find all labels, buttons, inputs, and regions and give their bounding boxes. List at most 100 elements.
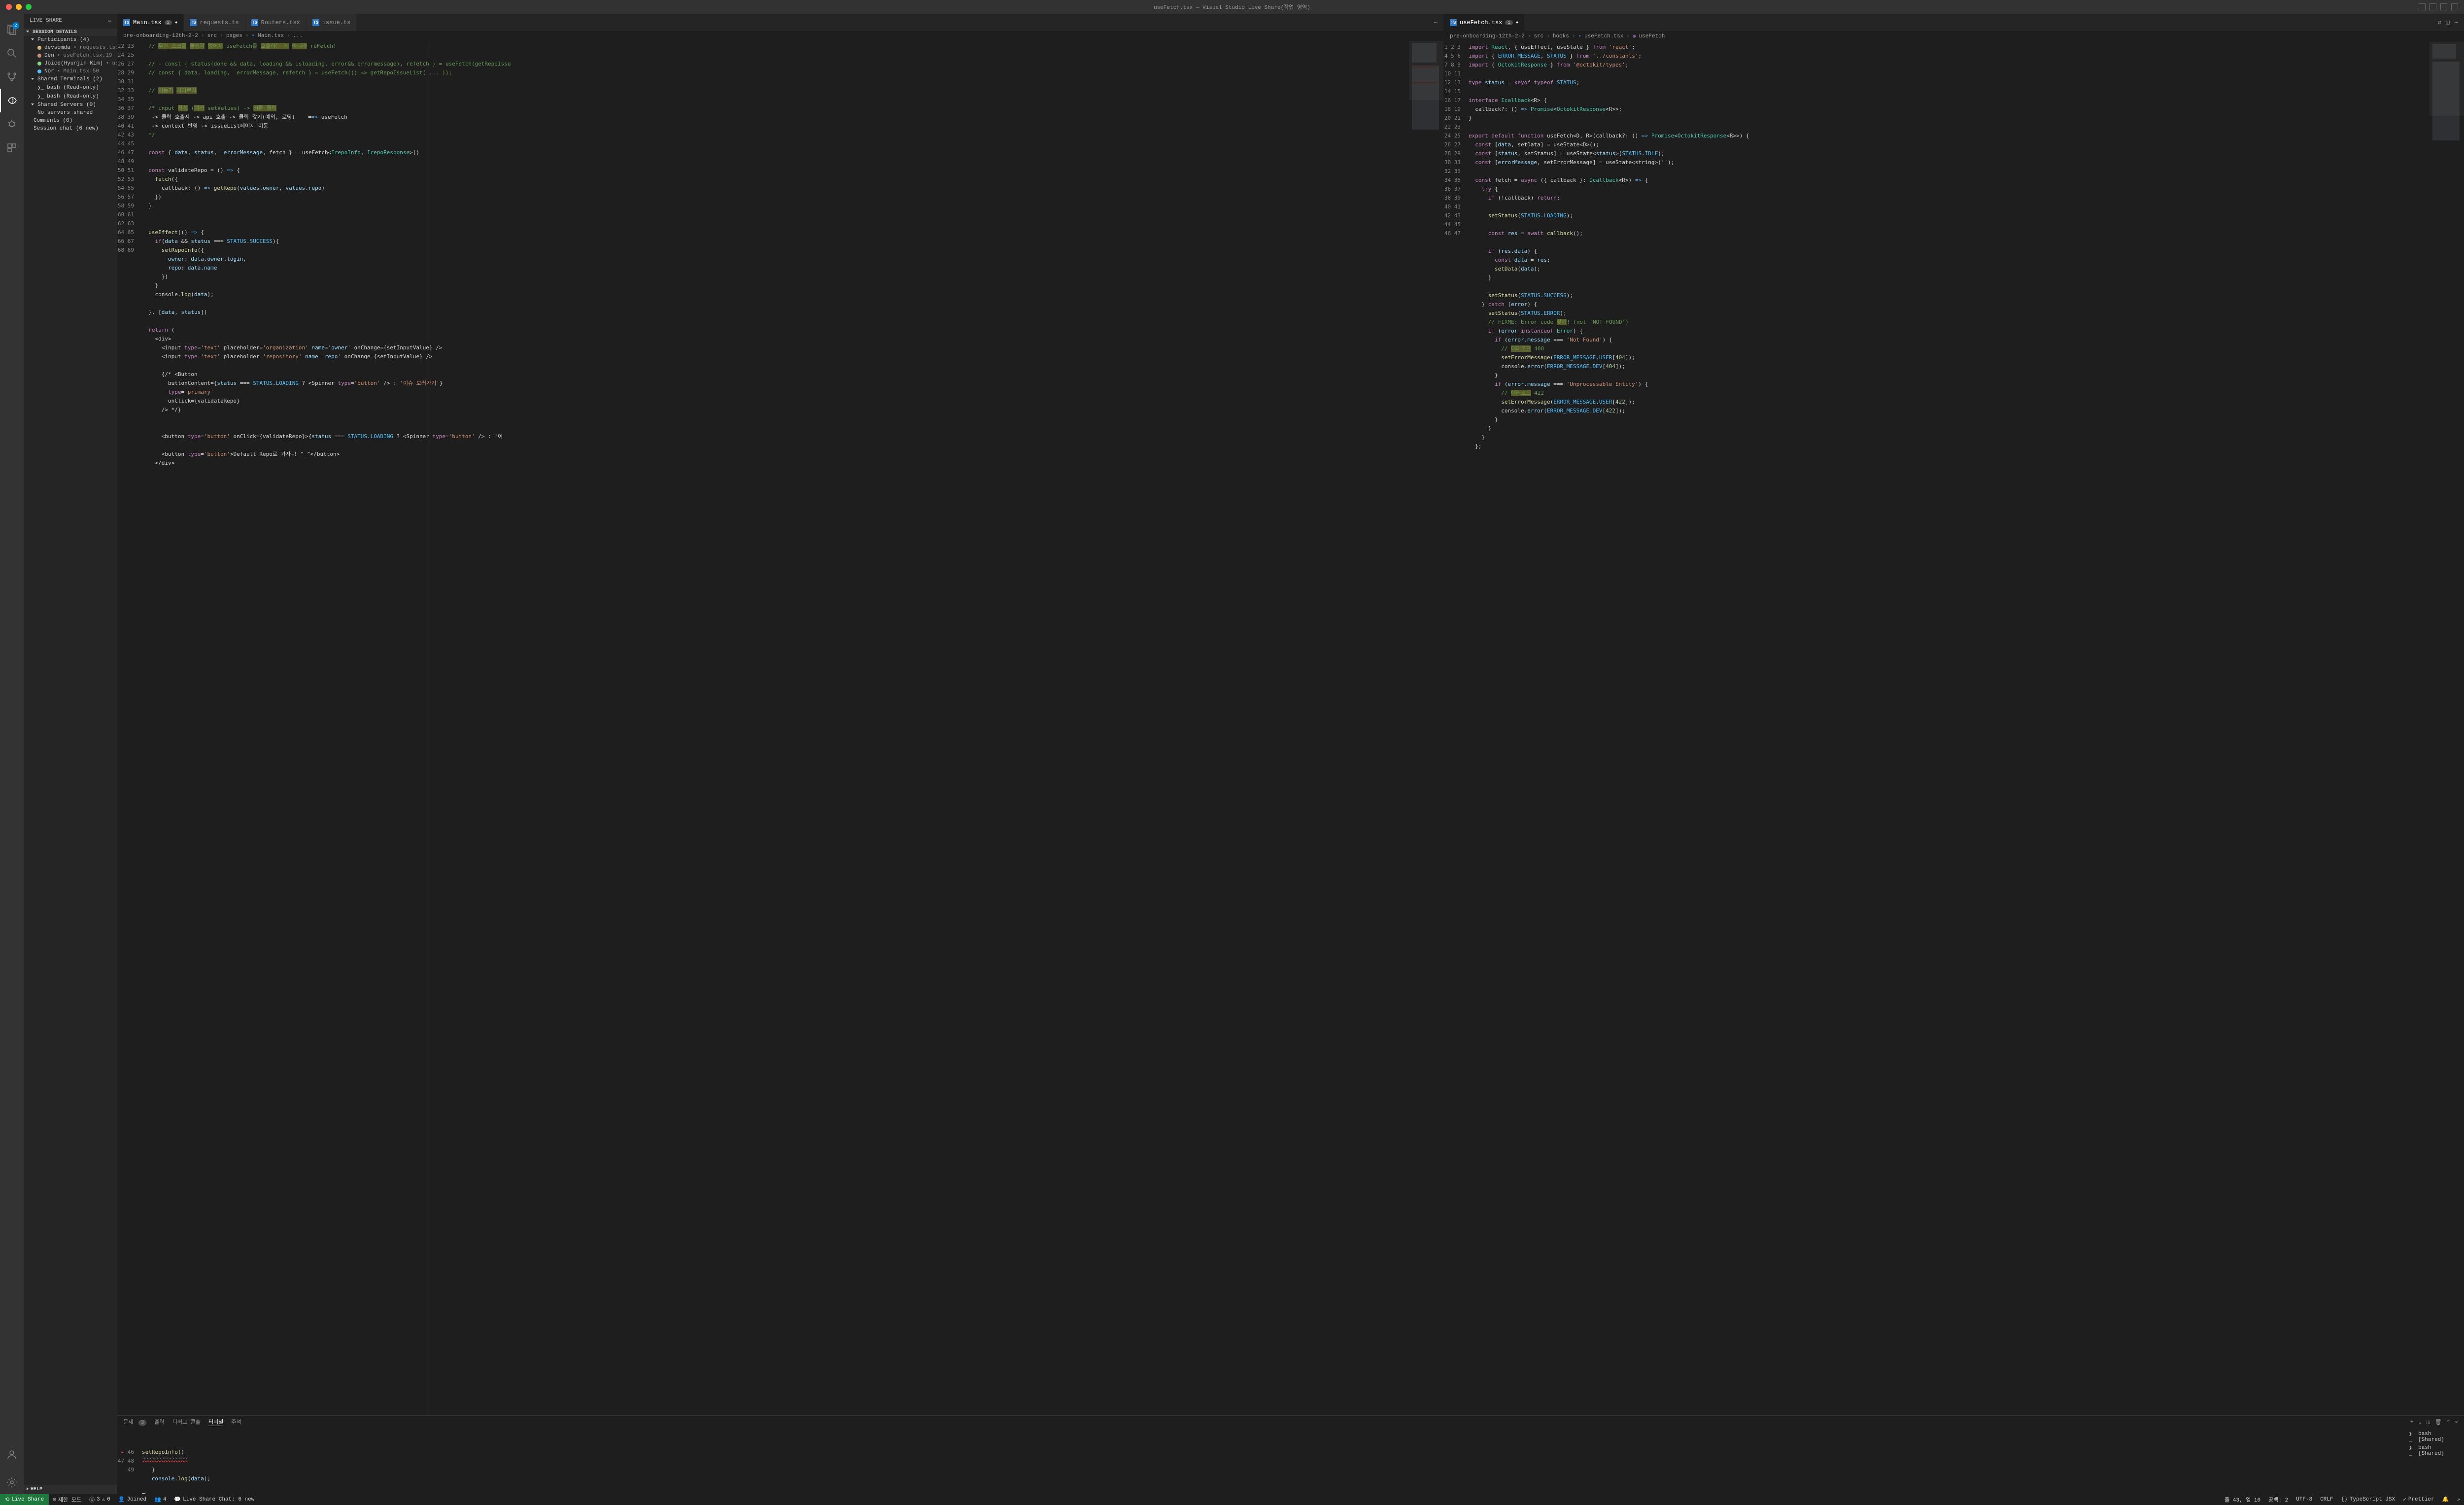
extensions-icon[interactable] <box>0 136 24 160</box>
status-encoding[interactable]: UTF-8 <box>2292 1497 2316 1503</box>
presence-dot-icon <box>37 54 41 58</box>
people-icon: 👥 <box>154 1496 161 1503</box>
terminal-item[interactable]: ❯_ bash (Read-only) <box>24 83 117 92</box>
shared-terminals-header[interactable]: Shared Terminals (2) <box>24 75 117 83</box>
tsx-file-icon: ▪ <box>1578 34 1581 39</box>
ts-file-icon: TS <box>312 19 319 26</box>
account-icon[interactable] <box>0 1443 24 1467</box>
tab-modified-dot-icon: ● <box>1516 20 1518 25</box>
session-chat-item[interactable]: Session chat (6 new) <box>24 125 117 133</box>
status-language[interactable]: {} TypeScript JSX <box>2337 1497 2399 1503</box>
presence-dot-icon <box>37 69 41 73</box>
session-details-header[interactable]: SESSION DETAILS <box>24 29 117 36</box>
terminal-dropdown-icon[interactable]: ⌄ <box>2419 1419 2422 1426</box>
maximize-window-button[interactable] <box>26 4 32 10</box>
presence-dot-icon <box>37 46 41 50</box>
help-section-header[interactable]: HELP <box>24 1485 117 1494</box>
status-problems[interactable]: ⓧ 3 ⚠ 0 <box>85 1496 114 1504</box>
panel-body: ▸ 46 47 48 49 setRepoInfo() ~~~~~~~~~~~~… <box>117 1428 2464 1494</box>
status-prettier[interactable]: ✓ Prettier <box>2399 1496 2438 1503</box>
terminal-icon: ❯_ <box>37 93 44 100</box>
panel-tab-terminal[interactable]: 터미널 <box>208 1418 223 1426</box>
status-cursor-position[interactable]: 줄 43, 열 10 <box>2221 1496 2264 1504</box>
shared-servers-header[interactable]: Shared Servers (0) <box>24 101 117 109</box>
participant-item[interactable]: Nor • Main.tsx:50 <box>24 68 117 75</box>
tsx-file-icon: TS <box>123 19 130 26</box>
error-icon: ⓧ <box>89 1496 95 1504</box>
maximize-panel-icon[interactable]: ⌃ <box>2447 1419 2450 1426</box>
breadcrumb-left[interactable]: pre-onboarding-12th-2-2› src› pages› ▪ M… <box>117 31 1443 41</box>
sidebar-more-icon[interactable]: ⋯ <box>108 18 111 25</box>
terminal-list-item[interactable]: ❯_ bash [Shared] <box>2407 1430 2462 1444</box>
braces-icon: {} <box>2341 1497 2348 1503</box>
toggle-sidebar-icon[interactable] <box>2430 3 2436 10</box>
terminal-item[interactable]: ❯_ bash (Read-only) <box>24 92 117 101</box>
terminal-content[interactable]: setRepoInfo() ~~~~~~~~~~~~~~ } console.l… <box>142 1428 2405 1494</box>
customize-layout-icon[interactable] <box>2451 3 2458 10</box>
tab-usefetch[interactable]: TS useFetch.tsx 1 ● <box>1444 14 1525 31</box>
warning-icon: ⚠ <box>102 1496 105 1503</box>
terminal-list-item[interactable]: ❯_ bash [Shared] <box>2407 1444 2462 1458</box>
settings-icon[interactable] <box>0 1471 24 1494</box>
source-control-icon[interactable] <box>0 65 24 89</box>
participant-item[interactable]: Den • useFetch.tsx:19 <box>24 52 117 60</box>
participant-item[interactable]: devsomda • requests.ts:3 <box>24 44 117 52</box>
terminal-icon: ❯_ <box>2409 1444 2415 1457</box>
toggle-panel-icon[interactable] <box>2419 3 2426 10</box>
tsx-file-icon: ▪ <box>251 33 255 39</box>
comments-item[interactable]: Comments (0) <box>24 117 117 125</box>
liveshare-icon[interactable] <box>0 89 24 112</box>
minimap-right[interactable] <box>2430 42 2464 1415</box>
new-terminal-icon[interactable]: + <box>2410 1419 2414 1425</box>
more-actions-icon[interactable]: ⋯ <box>1434 19 1437 26</box>
person-icon: 👤 <box>118 1496 125 1503</box>
ts-file-icon: TS <box>190 19 197 26</box>
term-gutter: ▸ 46 47 48 49 <box>117 1428 142 1494</box>
status-notifications-icon[interactable]: 🔔 <box>2438 1496 2453 1503</box>
tab-routers[interactable]: TS Routers.tsx <box>245 14 307 31</box>
panel-tab-debug[interactable]: 디버그 콘솔 <box>172 1418 201 1426</box>
participant-item[interactable]: Joice(Hyunjin Kim) • useFetc... <box>24 60 117 68</box>
compare-changes-icon[interactable]: ⇄ <box>2437 19 2441 26</box>
search-icon[interactable] <box>0 41 24 65</box>
tab-modified-dot-icon: ● <box>175 20 177 25</box>
participants-header[interactable]: Participants (4) <box>24 36 117 44</box>
presence-dot-icon <box>37 62 41 66</box>
gutter-left: 22 23 24 25 26 27 28 29 30 31 32 33 34 3… <box>117 41 142 1415</box>
tab-requests[interactable]: TS requests.ts <box>184 14 245 31</box>
close-window-button[interactable] <box>6 4 12 10</box>
sidebar-title: LIVE SHARE <box>30 18 62 25</box>
panel-tab-comments[interactable]: 주석 <box>231 1418 241 1426</box>
status-liveshare[interactable]: ⟲ Live Share <box>0 1494 49 1505</box>
status-indentation[interactable]: 공백: 2 <box>2264 1496 2292 1504</box>
tsx-file-icon: TS <box>1450 19 1457 26</box>
breadcrumb-right[interactable]: pre-onboarding-12th-2-2› src› hooks› ▪ u… <box>1444 31 2464 42</box>
code-left[interactable]: // 무한 스크롤 쓸생각 없어서 useFetch를 호출하는 게 아니라 r… <box>142 41 1409 1415</box>
shield-icon: ⊘ <box>53 1496 56 1503</box>
status-feedback-icon[interactable]: ↗ <box>2453 1496 2464 1503</box>
status-joined[interactable]: 👤 Joined <box>114 1496 150 1503</box>
panel-tab-problems[interactable]: 문제 3 <box>123 1418 146 1426</box>
editor-group-right: TS useFetch.tsx 1 ● ⇄ ◫ ⋯ pre-onboarding… <box>1444 14 2464 1415</box>
code-right[interactable]: import React, { useEffect, useState } fr… <box>1469 42 2430 1415</box>
toggle-secondary-sidebar-icon[interactable] <box>2440 3 2447 10</box>
tab-issue[interactable]: TS issue.ts <box>307 14 357 31</box>
split-editor-icon[interactable]: ◫ <box>2446 19 2450 26</box>
more-actions-icon[interactable]: ⋯ <box>2455 19 2458 26</box>
close-panel-icon[interactable]: ✕ <box>2455 1419 2458 1426</box>
status-participant-count[interactable]: 👥 4 <box>150 1496 170 1503</box>
status-chat[interactable]: 💬 Live Share Chat: 6 new <box>170 1496 258 1503</box>
minimap-left[interactable] <box>1409 41 1443 1415</box>
tsx-file-icon: TS <box>251 19 258 26</box>
kill-terminal-icon[interactable]: 🗑 <box>2435 1419 2442 1426</box>
explorer-icon[interactable]: 2 <box>0 18 24 41</box>
tab-count-badge: 2 <box>165 20 172 25</box>
split-terminal-icon[interactable]: ◫ <box>2427 1419 2430 1426</box>
minimize-window-button[interactable] <box>16 4 22 10</box>
debug-icon[interactable] <box>0 112 24 136</box>
tab-main[interactable]: TS Main.tsx 2 ● <box>117 14 184 31</box>
status-eol[interactable]: CRLF <box>2316 1497 2337 1503</box>
status-restricted[interactable]: ⊘ 제한 모드 <box>49 1496 85 1504</box>
tabs-left: TS Main.tsx 2 ● TS requests.ts TS Router… <box>117 14 1443 31</box>
panel-tab-output[interactable]: 출력 <box>154 1418 164 1426</box>
